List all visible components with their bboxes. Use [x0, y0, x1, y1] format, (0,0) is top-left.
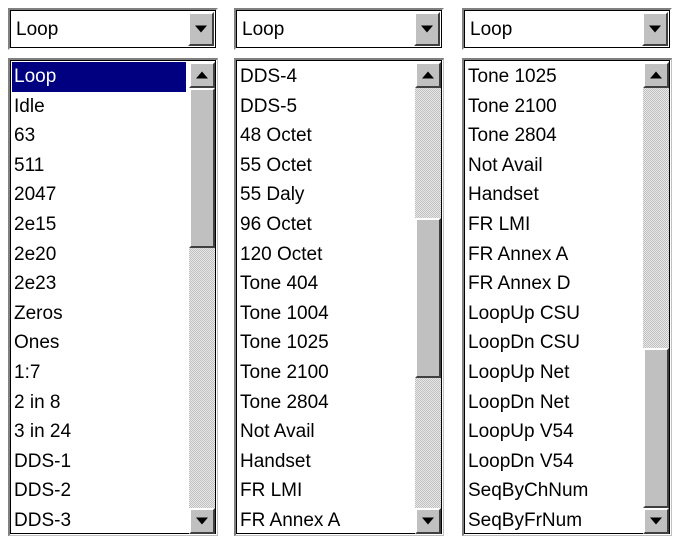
list-item[interactable]: 1:7	[12, 358, 186, 388]
list-item[interactable]: Handset	[466, 180, 640, 210]
list-item[interactable]: FR Annex D	[466, 269, 640, 299]
list-item[interactable]: Not Avail	[238, 417, 412, 447]
list-item[interactable]: FR LMI	[238, 476, 412, 506]
list-item[interactable]: Ones	[12, 328, 186, 358]
pattern-listbox[interactable]: Tone 1025 Tone 2100 Tone 2804 Not Avail Hand…	[462, 58, 672, 536]
vertical-scrollbar[interactable]	[189, 62, 215, 534]
list-item[interactable]: LoopDn V54	[466, 447, 640, 477]
list-item[interactable]: SeqByFrNum	[466, 506, 640, 535]
list-item[interactable]: LoopUp CSU	[466, 299, 640, 329]
arrow-down-icon	[196, 517, 208, 525]
list-item[interactable]: 2e20	[12, 240, 186, 270]
arrow-up-icon	[650, 71, 662, 79]
scroll-up-button[interactable]	[189, 62, 215, 88]
list-item[interactable]: 511	[12, 151, 186, 181]
scroll-down-button[interactable]	[643, 508, 669, 534]
list-item[interactable]: DDS-3	[12, 506, 186, 535]
list-item[interactable]: DDS-5	[238, 92, 412, 122]
scroll-down-button[interactable]	[415, 508, 441, 534]
list-item[interactable]: LoopDn Net	[466, 388, 640, 418]
list-item[interactable]: 2e23	[12, 269, 186, 299]
chevron-down-icon	[649, 25, 661, 33]
list-item[interactable]: 48 Octet	[238, 121, 412, 151]
list-item[interactable]: 2047	[12, 180, 186, 210]
list-item[interactable]: 2 in 8	[12, 388, 186, 418]
list-item[interactable]: Tone 1025	[466, 62, 640, 92]
list-item[interactable]: Loop	[12, 62, 186, 92]
arrow-up-icon	[422, 71, 434, 79]
scroll-thumb[interactable]	[643, 348, 669, 508]
list-item[interactable]: FR Annex A	[466, 240, 640, 270]
pattern-combobox[interactable]: Loop	[234, 8, 444, 50]
scroll-up-button[interactable]	[415, 62, 441, 88]
list-item[interactable]: 2e15	[12, 210, 186, 240]
pattern-listbox[interactable]: DDS-4 DDS-5 48 Octet 55 Octet 55 Daly 96 Octe…	[234, 58, 444, 536]
list-item[interactable]: 120 Octet	[238, 240, 412, 270]
list-item[interactable]: Idle	[12, 92, 186, 122]
combobox-value: Loop	[470, 19, 513, 40]
arrow-down-icon	[422, 517, 434, 525]
scroll-up-button[interactable]	[643, 62, 669, 88]
list-item[interactable]: LoopUp Net	[466, 358, 640, 388]
pattern-listbox[interactable]: Loop Idle 63 511 2047 2e15 2e20 2e23 Zeros Ones 1:…	[8, 58, 218, 536]
scroll-down-button[interactable]	[189, 508, 215, 534]
scroll-thumb[interactable]	[415, 218, 441, 378]
list-item[interactable]: Tone 2804	[238, 388, 412, 418]
pattern-combobox[interactable]: Loop	[8, 8, 218, 50]
list-item[interactable]: FR LMI	[466, 210, 640, 240]
arrow-down-icon	[650, 517, 662, 525]
list-item[interactable]: Tone 2804	[466, 121, 640, 151]
vertical-scrollbar[interactable]	[415, 62, 441, 534]
list-item[interactable]: Tone 1025	[238, 328, 412, 358]
combobox-value: Loop	[16, 19, 59, 40]
list-item[interactable]: Tone 2100	[466, 92, 640, 122]
list-item[interactable]: Handset	[238, 447, 412, 477]
vertical-scrollbar[interactable]	[643, 62, 669, 534]
scroll-thumb[interactable]	[189, 88, 215, 248]
list-item[interactable]: Tone 404	[238, 269, 412, 299]
list-item[interactable]: 63	[12, 121, 186, 151]
chevron-down-icon	[195, 25, 207, 33]
list-item[interactable]: DDS-2	[12, 476, 186, 506]
list-item[interactable]: 55 Daly	[238, 180, 412, 210]
list-item[interactable]: Tone 2100	[238, 358, 412, 388]
dropdown-button[interactable]	[188, 12, 214, 46]
list-item[interactable]: DDS-4	[238, 62, 412, 92]
dropdown-button[interactable]	[414, 12, 440, 46]
list-items: DDS-4 DDS-5 48 Octet 55 Octet 55 Daly 96 Octe…	[238, 62, 412, 535]
dropdown-button[interactable]	[642, 12, 668, 46]
list-item[interactable]: 96 Octet	[238, 210, 412, 240]
list-item[interactable]: LoopUp V54	[466, 417, 640, 447]
list-items: Tone 1025 Tone 2100 Tone 2804 Not Avail Hand…	[466, 62, 640, 535]
list-item[interactable]: FR Annex A	[238, 506, 412, 535]
list-item[interactable]: Tone 1004	[238, 299, 412, 329]
list-items: Loop Idle 63 511 2047 2e15 2e20 2e23 Zeros Ones 1:…	[12, 62, 186, 535]
list-item[interactable]: 55 Octet	[238, 151, 412, 181]
arrow-up-icon	[196, 71, 208, 79]
list-item[interactable]: 3 in 24	[12, 417, 186, 447]
pattern-combobox[interactable]: Loop	[462, 8, 672, 50]
list-item[interactable]: SeqByChNum	[466, 476, 640, 506]
list-item[interactable]: Not Avail	[466, 151, 640, 181]
list-item[interactable]: LoopDn CSU	[466, 328, 640, 358]
list-item[interactable]: Zeros	[12, 299, 186, 329]
list-item[interactable]: DDS-1	[12, 447, 186, 477]
combobox-value: Loop	[242, 19, 285, 40]
chevron-down-icon	[421, 25, 433, 33]
